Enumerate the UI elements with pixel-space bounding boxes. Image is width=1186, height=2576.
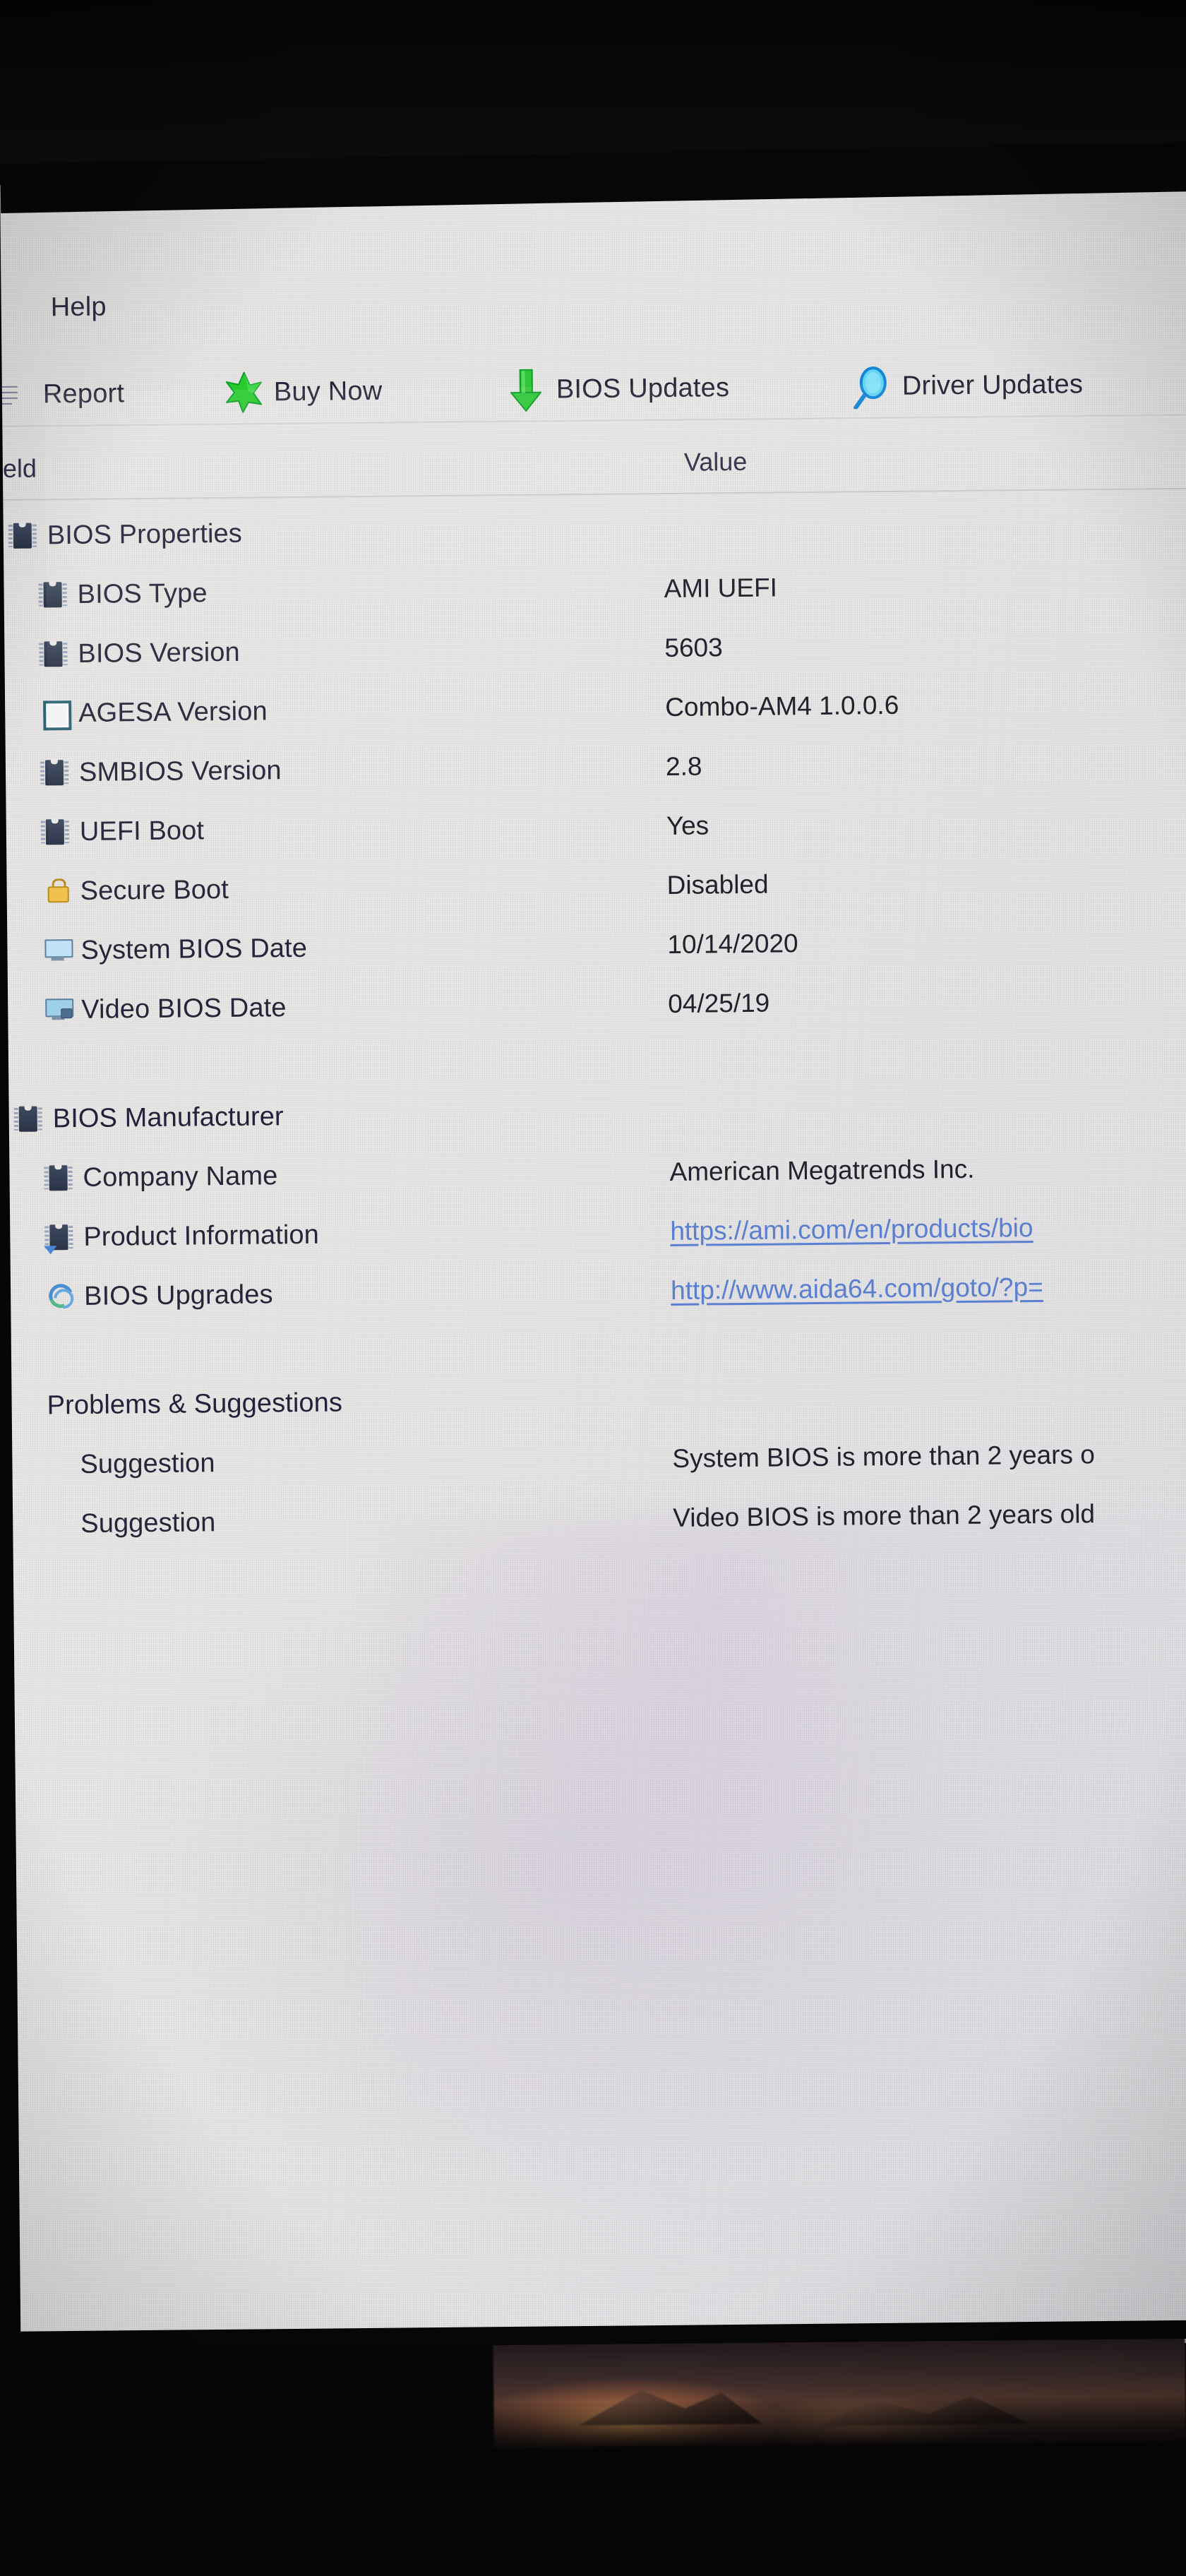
row-value: Disabled (666, 869, 769, 900)
table-row[interactable]: Video BIOS Date 04/25/19 (8, 970, 1186, 1040)
column-header-value[interactable]: Value (684, 447, 748, 477)
row-field: BIOS Upgrades (11, 1265, 273, 1327)
table-row[interactable]: Problems & Suggestions (11, 1365, 1186, 1436)
row-field: Problems & Suggestions (11, 1373, 342, 1435)
row-field: Company Name (9, 1146, 278, 1208)
row-field: UEFI Boot (6, 801, 204, 862)
row-label: BIOS Properties (47, 518, 243, 550)
table-row[interactable]: UEFI Boot Yes (6, 792, 1186, 862)
row-label: AGESA Version (78, 696, 268, 728)
row-field: SMBIOS Version (6, 741, 282, 803)
menu-bar: Help (1, 282, 1186, 342)
table-header-row: eld Value (3, 443, 1186, 496)
table-row[interactable]: Product Information https://ami.com/en/p… (10, 1197, 1186, 1268)
row-field: BIOS Version (4, 623, 240, 684)
row-value-link[interactable]: http://www.aida64.com/goto/?p= (671, 1258, 1043, 1320)
table-row[interactable]: Suggestion System BIOS is more than 2 ye… (12, 1424, 1186, 1495)
chip-icon (40, 638, 68, 669)
photo-of-laptop-screen: Help Report Buy Now BIOS Updates Driver … (0, 0, 1186, 2576)
row-field: BIOS Type (4, 564, 208, 625)
row-field: Secure Boot (6, 860, 229, 922)
monitor-icon (42, 935, 73, 966)
table-row[interactable]: BIOS Upgrades http://www.aida64.com/goto… (11, 1256, 1186, 1327)
toolbar-label-bios-updates: BIOS Updates (556, 372, 730, 404)
table-row[interactable]: BIOS Properties (3, 495, 1186, 566)
row-label: Suggestion (80, 1448, 215, 1479)
magnifier-icon (853, 365, 892, 410)
table-row[interactable]: SMBIOS Version 2.8 (6, 732, 1186, 803)
row-value: Yes (666, 811, 709, 840)
row-field: Suggestion (12, 1433, 215, 1495)
column-header-field[interactable]: eld (3, 454, 37, 484)
row-field: BIOS Manufacturer (8, 1087, 284, 1149)
table-row[interactable]: BIOS Version 5603 (4, 614, 1186, 684)
product-info-icon (44, 1222, 73, 1255)
row-field: Video BIOS Date (8, 978, 287, 1040)
toolbar-label-buy-now: Buy Now (273, 376, 383, 407)
green-star-icon (224, 371, 263, 414)
laptop-screen: Help Report Buy Now BIOS Updates Driver … (0, 168, 1186, 2368)
row-value: American Megatrends Inc. (669, 1154, 975, 1186)
row-field: AGESA Version (5, 681, 268, 744)
row-label: Secure Boot (80, 874, 229, 906)
table-row[interactable]: Company Name American Megatrends Inc. (9, 1138, 1186, 1208)
row-label: BIOS Version (78, 637, 240, 669)
toolbar-label-driver-updates: Driver Updates (902, 369, 1084, 401)
aida64-window: Help Report Buy Now BIOS Updates Driver … (0, 169, 1186, 2368)
table-row[interactable]: Secure Boot Disabled (6, 851, 1186, 922)
desktop-wallpaper-sliver (493, 2334, 1186, 2447)
toolbar-label-report: Report (42, 378, 125, 409)
row-label: BIOS Type (77, 578, 208, 609)
padlock-icon (42, 876, 70, 907)
row-value: 04/25/19 (668, 988, 770, 1018)
chip-icon (39, 579, 67, 610)
table-row[interactable]: BIOS Manufacturer (8, 1078, 1186, 1149)
chip-icon (44, 1162, 73, 1193)
row-label: Suggestion (80, 1507, 216, 1539)
row-field: System BIOS Date (7, 919, 307, 981)
chip-icon (42, 816, 70, 847)
row-value: 10/14/2020 (667, 929, 798, 959)
row-field: Suggestion (13, 1493, 216, 1554)
table-row[interactable]: Suggestion Video BIOS is more than 2 yea… (13, 1484, 1186, 1554)
row-label: Product Information (83, 1220, 320, 1252)
menu-item-help[interactable]: Help (51, 292, 107, 323)
table-row[interactable]: System BIOS Date 10/14/2020 (7, 910, 1186, 981)
video-monitor-icon (43, 994, 74, 1025)
row-field: BIOS Properties (3, 504, 242, 566)
table-row[interactable]: AGESA Version Combo-AM4 1.0.0.6 (5, 673, 1186, 744)
row-label: Problems & Suggestions (47, 1387, 343, 1420)
row-label: UEFI Boot (79, 815, 205, 847)
row-label: System BIOS Date (80, 933, 308, 965)
row-value: 5603 (664, 633, 723, 662)
row-label: Company Name (83, 1160, 278, 1193)
row-value (671, 1370, 672, 1429)
row-value: 2.8 (665, 751, 702, 781)
toolbar-button-bios-updates[interactable]: BIOS Updates (507, 366, 730, 412)
row-value: Video BIOS is more than 2 years old (673, 1499, 1096, 1532)
chip-icon (15, 1103, 43, 1134)
row-value (663, 500, 664, 559)
row-field: Product Information (10, 1205, 319, 1268)
bios-upgrades-icon (44, 1280, 78, 1313)
row-value: AMI UEFI (664, 573, 778, 603)
row-value: Combo-AM4 1.0.0.6 (665, 690, 899, 722)
chip-icon (41, 757, 69, 788)
row-label: Video BIOS Date (81, 992, 287, 1025)
toolbar-button-buy-now[interactable]: Buy Now (224, 370, 383, 414)
row-label: BIOS Manufacturer (52, 1101, 284, 1133)
report-page-icon (0, 374, 32, 417)
green-down-arrow-icon (507, 369, 546, 412)
toolbar-button-report[interactable]: Report (0, 372, 124, 416)
table-row[interactable]: BIOS Type AMI UEFI (4, 554, 1186, 625)
row-label: BIOS Upgrades (83, 1279, 273, 1311)
row-label: SMBIOS Version (78, 755, 282, 787)
row-value-link[interactable]: https://ami.com/en/products/bio (670, 1198, 1034, 1261)
bios-property-list: BIOS Properties BIOS Type AMI UEFI BIOS … (3, 495, 1186, 1554)
chip-icon (9, 520, 37, 551)
open-square-icon (40, 698, 72, 731)
row-value: System BIOS is more than 2 years o (672, 1440, 1095, 1473)
toolbar-button-driver-updates[interactable]: Driver Updates (853, 363, 1084, 410)
